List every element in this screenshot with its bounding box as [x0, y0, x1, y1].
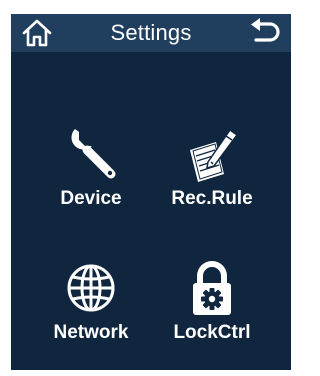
menu-item-label: Network — [53, 322, 129, 343]
home-icon — [22, 19, 52, 47]
document-pen-icon — [182, 124, 242, 184]
menu-item-lock-ctrl[interactable]: LockCtrl — [157, 258, 267, 376]
menu-item-device[interactable]: Device — [36, 124, 146, 242]
home-button[interactable] — [19, 17, 55, 49]
settings-screen: Settings Device Rec.Rule Network LockCtr… — [11, 14, 291, 370]
menu-item-label: LockCtrl — [173, 322, 251, 343]
page-title: Settings — [110, 20, 192, 45]
menu-item-label: Device — [60, 188, 122, 209]
menu-item-rec-rule[interactable]: Rec.Rule — [157, 124, 267, 242]
padlock-gear-icon — [182, 258, 242, 318]
wrench-icon — [61, 124, 121, 184]
back-arrow-icon — [251, 18, 280, 42]
menu-item-network[interactable]: Network — [36, 258, 146, 376]
header-bar: Settings — [11, 14, 291, 52]
back-button[interactable] — [247, 17, 283, 49]
globe-icon — [61, 258, 121, 318]
menu-item-label: Rec.Rule — [171, 188, 253, 209]
